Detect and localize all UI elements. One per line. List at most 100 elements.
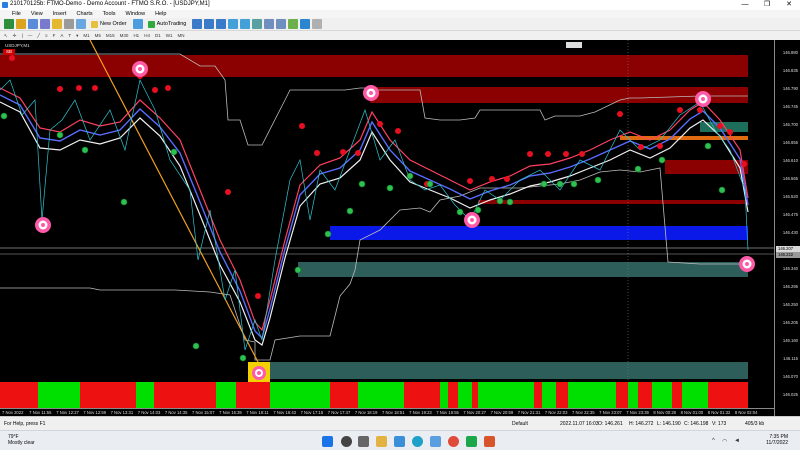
terminal-icon[interactable] — [64, 19, 74, 29]
close-button[interactable]: ✕ — [778, 0, 800, 10]
autoscroll-icon[interactable] — [276, 19, 287, 29]
price-chart[interactable] — [0, 40, 774, 408]
data-window-icon[interactable] — [40, 19, 50, 29]
timeframe-h4[interactable]: H4 — [144, 33, 150, 38]
horizontal-line-icon[interactable]: — — [28, 33, 33, 38]
price-tick-label: 146.025 — [782, 392, 798, 397]
buy-signal-dot — [556, 180, 564, 188]
profiles-icon[interactable] — [16, 19, 26, 29]
channel-icon[interactable]: ≡ — [45, 33, 48, 38]
timeframe-w1[interactable]: W1 — [166, 33, 173, 38]
timeframe-m1[interactable]: M1 — [83, 33, 89, 38]
candlesticks-icon[interactable] — [204, 19, 215, 29]
chart-shift-icon[interactable] — [264, 19, 275, 29]
price-tick-label: 146.880 — [782, 50, 798, 55]
system-clock[interactable]: 7:35 PM 11/7/2022 — [766, 434, 788, 446]
histogram-bar — [80, 382, 136, 408]
price-tick-label: 146.250 — [782, 302, 798, 307]
price-tick-label: 146.160 — [782, 338, 798, 343]
time-tick-label: 7 Nov 19:55 — [436, 410, 459, 415]
buy-signal-dot — [718, 186, 726, 194]
autotrading-button[interactable]: AutoTrading — [145, 19, 190, 29]
indicators-icon[interactable] — [288, 19, 299, 29]
windows-start-icon[interactable] — [322, 436, 333, 447]
fibonacci-icon[interactable]: F — [53, 33, 56, 38]
demand-zone-blue — [330, 226, 748, 240]
timeframe-h1[interactable]: H1 — [133, 33, 139, 38]
timeframe-mn[interactable]: MN — [177, 33, 184, 38]
text-icon[interactable]: A — [60, 33, 63, 38]
chart-window[interactable]: USDJPY,M1 SB — [0, 40, 787, 416]
timeframe-m15[interactable]: M15 — [106, 33, 115, 38]
time-tick-label: 7 Nov 20:27 — [463, 410, 487, 415]
timeframe-d1[interactable]: D1 — [155, 33, 161, 38]
file-explorer-icon[interactable] — [376, 436, 387, 447]
label-icon[interactable]: T — [68, 33, 71, 38]
store-icon[interactable] — [394, 436, 405, 447]
periods-icon[interactable] — [300, 19, 311, 29]
menu-help[interactable]: Help — [155, 11, 166, 17]
navigator-icon[interactable] — [52, 19, 62, 29]
buy-signal-dot — [294, 266, 302, 274]
buy-signal-dot — [406, 172, 414, 180]
time-axis[interactable]: 7 Nov 2022 7 Nov 11:55 7 Nov 12:27 7 Nov 12… — [0, 408, 774, 416]
menu-charts[interactable]: Charts — [76, 11, 92, 17]
maximize-button[interactable]: ❐ — [756, 0, 778, 10]
weather-widget[interactable]: 79°F Mostly clear — [8, 434, 35, 446]
templates-icon[interactable] — [312, 19, 323, 29]
wifi-icon[interactable]: ◠ — [722, 438, 727, 445]
pivot-marker-core — [745, 262, 749, 266]
trendline-icon[interactable]: ╱ — [37, 33, 40, 39]
price-tick-label: 146.700 — [782, 122, 798, 127]
menu-window[interactable]: Window — [126, 11, 146, 17]
pivot-marker-core — [138, 67, 142, 71]
mail-icon[interactable] — [430, 436, 441, 447]
time-tick-label: 7 Nov 17:15 — [300, 410, 324, 415]
buy-signal-dot — [456, 208, 464, 216]
timeframe-m5[interactable]: M5 — [95, 33, 101, 38]
pivot-marker-core — [369, 91, 373, 95]
app-green-icon[interactable] — [466, 436, 477, 447]
zoom-out-icon[interactable] — [240, 19, 251, 29]
sell-signal-dot — [255, 293, 261, 299]
crosshair-icon[interactable]: ✛ — [13, 33, 17, 39]
minimize-button[interactable]: — — [734, 0, 756, 10]
zoom-in-icon[interactable] — [228, 19, 239, 29]
price-axis[interactable]: 146.880 146.835 146.790 146.745 146.700 146.6… — [774, 40, 800, 416]
volume-icon[interactable]: ◄ — [734, 438, 740, 444]
menu-file[interactable]: File — [12, 11, 21, 17]
chrome-icon[interactable] — [448, 436, 459, 447]
search-icon[interactable] — [341, 436, 352, 447]
time-tick-label: 7 Nov 22:35 — [572, 410, 595, 415]
time-tick-label: 8 Nov 02:04 — [734, 410, 758, 415]
bar-chart-icon[interactable] — [192, 19, 203, 29]
sell-signal-dot — [355, 150, 361, 156]
menu-tools[interactable]: Tools — [103, 11, 116, 17]
edge-icon[interactable] — [412, 436, 423, 447]
timeframe-m30[interactable]: M30 — [120, 33, 129, 38]
metaeditor-icon[interactable] — [132, 19, 143, 29]
status-bar: For Help, press F1 Default 2022.11.07 16… — [0, 416, 800, 430]
connection-traffic: 405/3 kb — [745, 421, 765, 427]
tray-chevron-icon[interactable]: ^ — [712, 438, 715, 444]
market-watch-icon[interactable] — [28, 19, 38, 29]
menu-view[interactable]: View — [31, 11, 43, 17]
strategy-tester-icon[interactable] — [76, 19, 86, 29]
arrows-icon[interactable]: ▾ — [76, 33, 78, 39]
histogram-bar — [330, 382, 358, 408]
buy-signal-dot — [386, 184, 394, 192]
app-orange-icon[interactable] — [484, 436, 495, 447]
vertical-line-icon[interactable]: | — [22, 33, 23, 38]
cursor-icon[interactable]: ↖ — [4, 33, 8, 39]
sell-signal-dot — [657, 143, 663, 149]
menu-insert[interactable]: Insert — [53, 11, 67, 17]
price-tick-label: 146.565 — [782, 176, 798, 181]
new-chart-icon[interactable] — [4, 19, 14, 29]
line-chart-icon[interactable] — [216, 19, 227, 29]
histogram-bar — [38, 382, 80, 408]
new-order-button[interactable]: New Order — [88, 19, 130, 29]
price-tick-label: 146.655 — [782, 140, 798, 145]
task-view-icon[interactable] — [358, 436, 369, 447]
tile-windows-icon[interactable] — [252, 19, 263, 29]
sell-signal-dot — [92, 85, 98, 91]
